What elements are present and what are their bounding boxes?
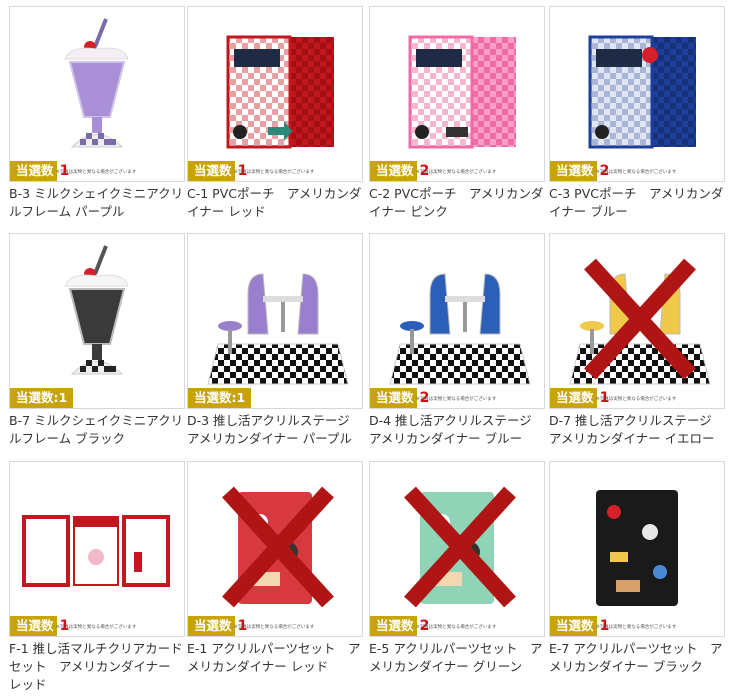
- photo-disclaimer: ※写真は実物と異なる場合がございます: [416, 397, 497, 402]
- pvc-pouch-pink-image: [408, 35, 516, 149]
- product-card-e7[interactable]: 当選数 1 ※写真は実物と異なる場合がございます E-7 アクリルパーツセット …: [549, 461, 725, 676]
- product-image-frame[interactable]: 当選数 2 ※写真は実物と異なる場合がございます: [369, 461, 545, 637]
- winner-count-label: 当選数:1: [10, 388, 74, 408]
- product-image-frame[interactable]: 当選数 1 ※写真は実物と異なる場合がございます: [9, 461, 185, 637]
- product-image-frame[interactable]: 当選数:1: [187, 233, 363, 409]
- product-caption[interactable]: D-7 推し活アクリルステージ アメリカンダイナー イエロー: [549, 412, 725, 448]
- winner-count-label: 当選数: [188, 616, 235, 636]
- product-image-frame[interactable]: 当選数 1 ※写真は実物と異なる場合がございます: [9, 6, 185, 182]
- product-image-frame[interactable]: 当選数 1 ※写真は実物と異なる場合がございます: [549, 461, 725, 637]
- product-image-frame[interactable]: 当選数 1 ※写真は実物と異なる場合がございます: [187, 6, 363, 182]
- winner-count-label: 当選数: [10, 616, 57, 636]
- winner-count-badge: 当選数:1: [10, 388, 74, 408]
- sold-out-cross-icon: [222, 486, 334, 608]
- milkshake-black-image: [64, 245, 129, 375]
- product-caption[interactable]: B-3 ミルクシェイクミニアクリルフレーム パープル: [9, 185, 185, 221]
- product-card-f1[interactable]: 当選数 1 ※写真は実物と異なる場合がございます F-1 推し活マルチクリアカー…: [9, 461, 185, 694]
- photo-disclaimer: ※写真は実物と異なる場合がございます: [596, 170, 677, 175]
- sold-out-cross-icon: [584, 258, 696, 380]
- photo-disclaimer: ※写真は実物と異なる場合がございます: [596, 397, 677, 402]
- product-caption[interactable]: E-1 アクリルパーツセット アメリカンダイナー レッド: [187, 640, 363, 676]
- sold-out-cross-icon: [404, 486, 516, 608]
- acrylic-parts-black-image: [596, 490, 678, 606]
- product-caption[interactable]: C-1 PVCポーチ アメリカンダイナー レッド: [187, 185, 363, 221]
- photo-disclaimer: ※写真は実物と異なる場合がございます: [56, 170, 137, 175]
- photo-disclaimer: ※写真は実物と異なる場合がございます: [234, 625, 315, 630]
- product-card-b3[interactable]: 当選数 1 ※写真は実物と異なる場合がございます B-3 ミルクシェイクミニアク…: [9, 6, 185, 221]
- photo-disclaimer: ※写真は実物と異なる場合がございます: [416, 625, 497, 630]
- winner-count-label: 当選数: [370, 388, 417, 408]
- winner-count-label: 当選数: [550, 388, 597, 408]
- winner-count-label: 当選数: [370, 616, 417, 636]
- photo-disclaimer: ※写真は実物と異なる場合がございます: [416, 170, 497, 175]
- product-card-b7[interactable]: 当選数:1 B-7 ミルクシェイクミニアクリルフレーム ブラック: [9, 233, 185, 448]
- product-image-frame[interactable]: 当選数 2 ※写真は実物と異なる場合がございます: [549, 6, 725, 182]
- product-caption[interactable]: C-3 PVCポーチ アメリカンダイナー ブルー: [549, 185, 725, 221]
- product-image-frame[interactable]: 当選数 1 ※写真は実物と異なる場合がございます: [549, 233, 725, 409]
- product-card-c3[interactable]: 当選数 2 ※写真は実物と異なる場合がございます C-3 PVCポーチ アメリカ…: [549, 6, 725, 221]
- product-card-e1[interactable]: 当選数 1 ※写真は実物と異なる場合がございます E-1 アクリルパーツセット …: [187, 461, 363, 676]
- product-card-c1[interactable]: 当選数 1 ※写真は実物と異なる場合がございます C-1 PVCポーチ アメリカ…: [187, 6, 363, 221]
- product-caption[interactable]: D-3 推し活アクリルステージ アメリカンダイナー パープル: [187, 412, 363, 448]
- winner-count-label: 当選数: [10, 161, 57, 181]
- pvc-pouch-blue-image: [588, 35, 696, 149]
- photo-disclaimer: ※写真は実物と異なる場合がございます: [234, 170, 315, 175]
- milkshake-purple-image: [64, 18, 129, 148]
- pvc-pouch-red-image: [226, 35, 334, 149]
- clear-card-set-image: [22, 515, 170, 587]
- product-caption[interactable]: D-4 推し活アクリルステージ アメリカンダイナー ブルー: [369, 412, 545, 448]
- winner-count-badge: 当選数:1: [188, 388, 252, 408]
- product-card-d3[interactable]: 当選数:1 D-3 推し活アクリルステージ アメリカンダイナー パープル: [187, 233, 363, 448]
- product-caption[interactable]: E-5 アクリルパーツセット アメリカンダイナー グリーン: [369, 640, 545, 676]
- product-image-frame[interactable]: 当選数:1: [9, 233, 185, 409]
- product-card-c2[interactable]: 当選数 2 ※写真は実物と異なる場合がございます C-2 PVCポーチ アメリカ…: [369, 6, 545, 221]
- winner-count-label: 当選数: [370, 161, 417, 181]
- winner-count-label: 当選数:1: [188, 388, 252, 408]
- photo-disclaimer: ※写真は実物と異なる場合がございます: [56, 625, 137, 630]
- winner-count-label: 当選数: [188, 161, 235, 181]
- acrylic-stage-blue-image: [389, 273, 531, 385]
- product-card-d4[interactable]: 当選数 2 ※写真は実物と異なる場合がございます D-4 推し活アクリルステージ…: [369, 233, 545, 448]
- winner-count-label: 当選数: [550, 616, 597, 636]
- product-image-frame[interactable]: 当選数 1 ※写真は実物と異なる場合がございます: [187, 461, 363, 637]
- acrylic-stage-purple-image: [207, 273, 349, 385]
- product-caption[interactable]: B-7 ミルクシェイクミニアクリルフレーム ブラック: [9, 412, 185, 448]
- product-caption[interactable]: E-7 アクリルパーツセット アメリカンダイナー ブラック: [549, 640, 725, 676]
- product-image-frame[interactable]: 当選数 2 ※写真は実物と異なる場合がございます: [369, 6, 545, 182]
- photo-disclaimer: ※写真は実物と異なる場合がございます: [596, 625, 677, 630]
- product-caption[interactable]: F-1 推し活マルチクリアカードセット アメリカンダイナー レッド: [9, 640, 185, 694]
- product-image-frame[interactable]: 当選数 2 ※写真は実物と異なる場合がございます: [369, 233, 545, 409]
- product-card-d7[interactable]: 当選数 1 ※写真は実物と異なる場合がございます D-7 推し活アクリルステージ…: [549, 233, 725, 448]
- winner-count-label: 当選数: [550, 161, 597, 181]
- product-card-e5[interactable]: 当選数 2 ※写真は実物と異なる場合がございます E-5 アクリルパーツセット …: [369, 461, 545, 676]
- product-caption[interactable]: C-2 PVCポーチ アメリカンダイナー ピンク: [369, 185, 545, 221]
